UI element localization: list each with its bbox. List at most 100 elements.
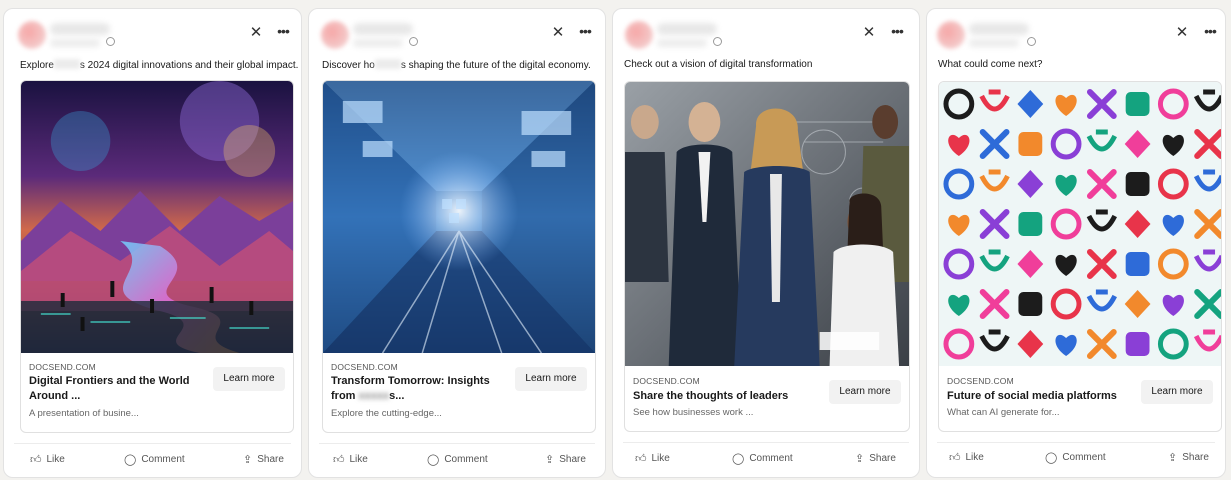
learn-more-button[interactable]: Learn more	[213, 367, 285, 391]
logo-glyph-icon	[1018, 212, 1043, 236]
like-label: Like	[46, 454, 65, 465]
ad-domain: DOCSEND.COM	[947, 376, 1014, 386]
logo-glyph-icon	[1018, 292, 1043, 316]
more-icon[interactable]: •••	[889, 24, 905, 41]
avatar[interactable]	[625, 21, 653, 49]
info-icon[interactable]	[713, 37, 722, 46]
share-label: Share	[1182, 452, 1209, 463]
ad-headline[interactable]: Transform Tomorrow: Insights from xxxxxs…	[331, 374, 511, 404]
logo-glyph-icon	[1193, 249, 1221, 272]
logo-glyph-icon	[1193, 89, 1221, 112]
logo-glyph-icon	[1124, 130, 1151, 158]
share-button[interactable]: ⇪ Share	[545, 452, 586, 468]
logo-glyph-icon	[1050, 208, 1082, 240]
avatar[interactable]	[321, 21, 349, 49]
post-caption: Check out a vision of digital transforma…	[624, 59, 813, 70]
ad-unit[interactable]: DOCSEND.COM Future of social media platf…	[938, 81, 1222, 432]
ad-unit[interactable]: DOCSEND.COM Digital Frontiers and the Wo…	[20, 80, 294, 433]
advertiser-name-blurred[interactable]	[657, 23, 717, 35]
avatar[interactable]	[18, 21, 46, 49]
more-icon[interactable]: •••	[275, 24, 291, 41]
logo-glyph-icon	[1055, 174, 1077, 196]
comment-label: Comment	[444, 454, 488, 465]
promoted-label-blurred	[50, 39, 100, 47]
ad-unit[interactable]: DOCSEND.COM Share the thoughts of leader…	[624, 81, 910, 432]
close-icon[interactable]: ✕	[551, 25, 565, 41]
logo-glyph-icon	[1055, 254, 1077, 276]
like-label: Like	[651, 453, 670, 464]
comment-label: Comment	[1062, 452, 1106, 463]
logo-glyph-icon	[1124, 210, 1151, 238]
sponsored-card-2: ✕ ••• Discover ho s shaping the future of…	[308, 8, 606, 478]
comment-button[interactable]: ◯ Comment	[732, 451, 793, 467]
advertiser-name-blurred[interactable]	[353, 23, 413, 35]
logo-glyph-icon	[1017, 170, 1044, 198]
logo-glyph-icon	[1086, 329, 1117, 359]
promoted-label-blurred	[969, 39, 1019, 47]
thumbs-up-icon: 👍︎	[30, 454, 42, 466]
promoted-label-blurred	[353, 39, 403, 47]
advertiser-name-blurred[interactable]	[50, 23, 110, 35]
close-icon[interactable]: ✕	[862, 25, 876, 41]
ad-headline[interactable]: Share the thoughts of leaders	[633, 389, 823, 404]
learn-more-button[interactable]: Learn more	[1141, 380, 1213, 404]
logo-glyph-icon	[979, 129, 1010, 159]
comment-button[interactable]: ◯ Comment	[1045, 450, 1106, 466]
info-icon[interactable]	[1027, 37, 1036, 46]
info-icon[interactable]	[409, 37, 418, 46]
logo-glyph-icon	[943, 328, 975, 360]
logo-glyph-icon	[948, 214, 970, 236]
comment-label: Comment	[141, 454, 185, 465]
logo-glyph-icon	[979, 249, 1010, 272]
share-icon: ⇪	[545, 454, 555, 466]
thumbs-up-icon: 👍︎	[949, 452, 961, 464]
logo-glyph-icon	[1125, 92, 1150, 116]
comment-button[interactable]: ◯ Comment	[124, 452, 185, 468]
more-icon[interactable]: •••	[577, 24, 593, 41]
share-button[interactable]: ⇪ Share	[1168, 450, 1209, 466]
logo-glyph-icon	[1194, 129, 1221, 159]
post-caption: What could come next?	[938, 59, 1043, 70]
advertiser-name-blurred[interactable]	[969, 23, 1029, 35]
logo-glyph-icon	[1125, 252, 1150, 276]
logo-glyph-icon	[979, 289, 1010, 319]
like-label: Like	[965, 452, 984, 463]
like-button[interactable]: 👍︎ Like	[635, 451, 670, 467]
share-button[interactable]: ⇪ Share	[855, 451, 896, 467]
avatar[interactable]	[937, 21, 965, 49]
logo-glyph-icon	[979, 329, 1010, 352]
ad-headline[interactable]: Future of social media platforms	[947, 389, 1137, 404]
like-button[interactable]: 👍︎ Like	[949, 450, 984, 466]
close-icon[interactable]: ✕	[1175, 25, 1189, 41]
info-icon[interactable]	[106, 37, 115, 46]
ad-headline-line-2: from xxxxxs...	[331, 390, 405, 402]
logo-glyph-icon	[1194, 209, 1221, 239]
ad-unit[interactable]: DOCSEND.COM Transform Tomorrow: Insights…	[322, 80, 596, 433]
share-button[interactable]: ⇪ Share	[243, 452, 284, 468]
logo-grid-image[interactable]	[939, 82, 1221, 366]
logo-glyph-icon	[1193, 329, 1221, 352]
logo-glyph-icon	[1157, 328, 1189, 360]
logo-glyph-icon	[1193, 169, 1221, 192]
close-icon[interactable]: ✕	[249, 25, 263, 41]
logo-glyph-icon	[1157, 88, 1189, 120]
learn-more-button[interactable]: Learn more	[515, 367, 587, 391]
business-leaders-image[interactable]	[625, 82, 909, 366]
digital-landscape-image[interactable]	[21, 81, 293, 353]
comment-button[interactable]: ◯ Comment	[427, 452, 488, 468]
ad-description: What can AI generate for...	[947, 407, 1060, 418]
like-button[interactable]: 👍︎ Like	[30, 452, 65, 468]
logo-glyph-icon	[1086, 289, 1117, 312]
learn-more-button[interactable]: Learn more	[829, 380, 901, 404]
comment-icon: ◯	[1045, 452, 1058, 464]
digital-tunnel-image[interactable]	[323, 81, 595, 353]
ad-carousel: ✕ ••• Explore s 2024 digital innovations …	[0, 0, 1231, 480]
ad-domain: DOCSEND.COM	[331, 362, 398, 372]
ad-headline[interactable]: Digital Frontiers and the World Around .…	[29, 374, 209, 404]
logo-glyph-icon	[1162, 134, 1184, 156]
like-button[interactable]: 👍︎ Like	[333, 452, 368, 468]
divider	[623, 442, 909, 443]
logo-glyph-icon	[1055, 334, 1077, 356]
more-icon[interactable]: •••	[1202, 24, 1218, 41]
logo-glyph-icon	[1157, 168, 1189, 200]
